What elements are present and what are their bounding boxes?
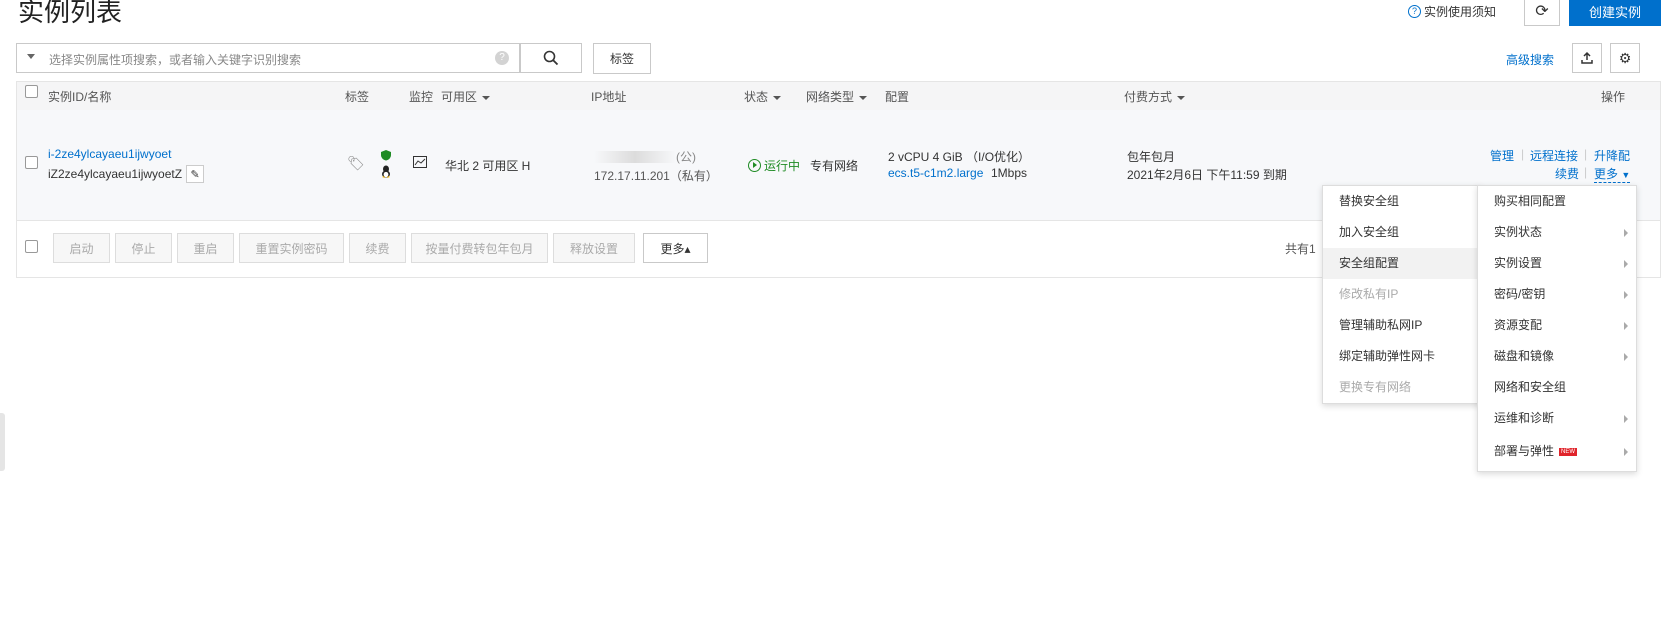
start-button[interactable]: 启动 — [53, 233, 110, 263]
column-status[interactable]: 状态 — [744, 88, 781, 105]
remote-connect-link[interactable]: 远程连接 — [1530, 147, 1578, 164]
filter-dropdown-icon[interactable] — [27, 54, 35, 59]
chevron-right-icon — [1624, 322, 1628, 330]
divider: | — [1584, 165, 1588, 179]
instance-usage-notice-link[interactable]: ? 实例使用须知 — [1408, 3, 1496, 20]
billing-type: 包年包月 — [1127, 150, 1176, 164]
chevron-right-icon — [1624, 260, 1628, 268]
column-zone[interactable]: 可用区 — [441, 88, 490, 105]
running-icon — [748, 159, 761, 172]
private-ip: 172.17.11.201（私有） — [594, 169, 718, 183]
shield-icon[interactable] — [380, 149, 392, 161]
chevron-right-icon — [1624, 229, 1628, 237]
config-spec: 2 vCPU 4 GiB （I/O优化） — [888, 150, 1031, 164]
help-label: 实例使用须知 — [1424, 5, 1497, 19]
column-ip: IP地址 — [591, 90, 627, 104]
more-actions-link[interactable]: 更多 ▼ — [1594, 165, 1631, 183]
status-badge: 运行中 — [748, 157, 800, 174]
select-all-checkbox[interactable] — [25, 85, 38, 98]
tag-filter-button[interactable]: 标签 — [593, 43, 651, 74]
divider: | — [1521, 147, 1525, 161]
total-count: 共有1 — [1285, 242, 1316, 256]
menu-item-password-key[interactable]: 密码/密钥 — [1478, 279, 1636, 310]
menu-item-deploy-elastic[interactable]: 部署与弹性 NEW — [1478, 436, 1636, 467]
expire-time: 2021年2月6日 下午11:59 到期 — [1127, 168, 1287, 182]
side-collapse-tab[interactable] — [0, 413, 5, 471]
public-ip: (公) — [594, 148, 696, 165]
masked-ip — [594, 150, 676, 163]
stop-button[interactable]: 停止 — [115, 233, 172, 263]
reset-password-button[interactable]: 重置实例密码 — [239, 233, 344, 263]
menu-item-instance-status[interactable]: 实例状态 — [1478, 217, 1636, 248]
chevron-right-icon — [1624, 448, 1628, 456]
menu-item-modify-private-ip: 修改私有IP — [1339, 287, 1399, 301]
instance-id-link[interactable]: i-2ze4ylcayaeu1ijwyoet — [48, 147, 171, 161]
row-checkbox[interactable] — [25, 156, 38, 169]
export-icon — [1581, 51, 1593, 64]
network-type: 专有网络 — [810, 159, 859, 173]
create-instance-button[interactable]: 创建实例 — [1569, 0, 1661, 26]
instance-name-text: iZ2ze4ylcayaeu1ijwyoetZ — [48, 167, 183, 181]
search-input[interactable]: 选择实例属性项搜索，或者输入关键字识别搜索 ? — [16, 43, 520, 73]
menu-item-buy-same-config[interactable]: 购买相同配置 — [1478, 186, 1636, 217]
monitor-chart-icon[interactable] — [413, 156, 427, 168]
menu-item-resource-change[interactable]: 资源变配 — [1478, 310, 1636, 341]
more-actions-menu: 购买相同配置 实例状态 实例设置 密码/密钥 资源变配 磁盘和镜像 网络和安全组… — [1477, 185, 1637, 472]
search-help-icon[interactable]: ? — [495, 51, 509, 65]
refresh-icon: ⟳ — [1535, 3, 1549, 20]
menu-item-network-security[interactable]: 网络和安全组 — [1478, 372, 1636, 403]
menu-item-bind-secondary-eni[interactable]: 绑定辅助弹性网卡 — [1323, 341, 1480, 372]
renew-button[interactable]: 续费 — [349, 233, 406, 263]
advanced-search-link[interactable]: 高级搜索 — [1506, 51, 1554, 68]
instance-type-link[interactable]: ecs.t5-c1m2.large — [888, 166, 983, 180]
instance-name: iZ2ze4ylcayaeu1ijwyoetZ ✎ — [48, 165, 205, 183]
divider: | — [1584, 147, 1588, 161]
menu-item-join-security-group[interactable]: 加入安全组 — [1323, 217, 1480, 248]
chevron-right-icon — [1624, 415, 1628, 423]
export-button[interactable] — [1572, 43, 1602, 73]
menu-item-manage-secondary-ip[interactable]: 管理辅助私网IP — [1323, 310, 1480, 341]
chevron-down-icon: ▼ — [1621, 170, 1631, 180]
edit-name-icon[interactable]: ✎ — [186, 165, 205, 183]
column-network[interactable]: 网络类型 — [806, 88, 867, 105]
menu-item-disk-image[interactable]: 磁盘和镜像 — [1478, 341, 1636, 372]
menu-item-security-group-config[interactable]: 安全组配置 — [1323, 248, 1480, 279]
restart-button[interactable]: 重启 — [177, 233, 234, 263]
chevron-right-icon — [1624, 353, 1628, 361]
column-config: 配置 — [885, 90, 910, 104]
page-title: 实例列表 — [18, 0, 123, 28]
upgrade-link[interactable]: 升降配 — [1594, 147, 1630, 164]
settings-button[interactable]: ⚙ — [1610, 43, 1640, 73]
search-placeholder: 选择实例属性项搜索，或者输入关键字识别搜索 — [49, 53, 302, 67]
search-button[interactable] — [520, 43, 582, 73]
menu-item-instance-settings[interactable]: 实例设置 — [1478, 248, 1636, 279]
new-badge: NEW — [1559, 447, 1578, 456]
search-icon — [543, 50, 559, 66]
menu-item-ops-diagnostics[interactable]: 运维和诊断 — [1478, 403, 1636, 434]
footer-select-all-checkbox[interactable] — [25, 240, 38, 253]
column-tags: 标签 — [345, 90, 370, 104]
refresh-button[interactable]: ⟳ — [1524, 0, 1560, 26]
chevron-right-icon — [1624, 291, 1628, 299]
column-actions: 操作 — [1601, 90, 1626, 104]
renew-link[interactable]: 续费 — [1555, 165, 1579, 182]
tag-icon[interactable]: 🏷 — [347, 155, 365, 172]
release-settings-button[interactable]: 释放设置 — [553, 233, 635, 263]
menu-item-change-vpc: 更换专有网络 — [1339, 380, 1412, 394]
column-id-name: 实例ID/名称 — [48, 90, 112, 104]
linux-icon — [382, 165, 390, 178]
gear-icon: ⚙ — [1618, 49, 1632, 66]
security-group-submenu: 替换安全组 加入安全组 安全组配置 修改私有IP 管理辅助私网IP 绑定辅助弹性… — [1322, 185, 1481, 404]
column-monitor: 监控 — [409, 90, 434, 104]
bandwidth: 1Mbps — [991, 166, 1028, 180]
footer-more-button[interactable]: 更多▴ — [643, 233, 708, 263]
zone-value: 华北 2 可用区 H — [445, 159, 531, 173]
help-icon: ? — [1408, 5, 1421, 18]
column-billing[interactable]: 付费方式 — [1124, 88, 1185, 105]
manage-link[interactable]: 管理 — [1490, 147, 1514, 164]
convert-billing-button[interactable]: 按量付费转包年包月 — [411, 233, 548, 263]
menu-item-replace-security-group[interactable]: 替换安全组 — [1323, 186, 1480, 217]
